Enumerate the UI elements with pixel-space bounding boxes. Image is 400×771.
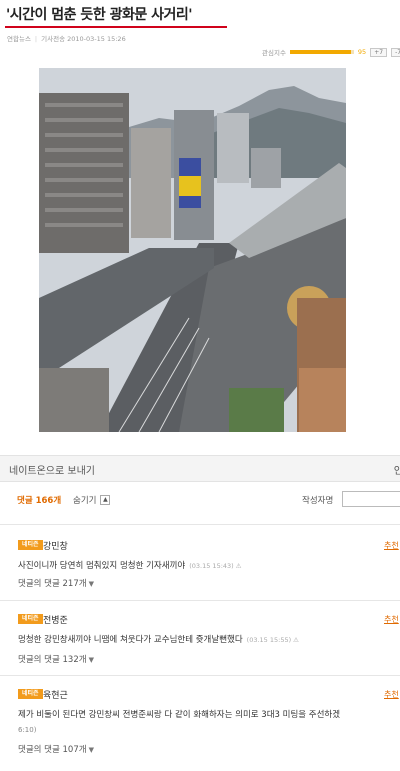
netizen-badge: 네티즌 bbox=[18, 689, 43, 699]
recommend-button[interactable]: 추천 bbox=[384, 614, 399, 625]
nateon-send-link[interactable]: 네이트온으로 보내기 bbox=[9, 462, 95, 477]
comment-replies-link[interactable]: 댓글의 댓글 217개 ▼ bbox=[18, 577, 94, 589]
netizen-badge: 네티즌 bbox=[18, 540, 43, 550]
hide-label: 숨기기 bbox=[73, 496, 97, 506]
comment-replies-link[interactable]: 댓글의 댓글 132개 ▼ bbox=[18, 653, 94, 665]
byline-label: 기사전송 bbox=[41, 35, 66, 43]
comment-body: 사진이니까 당연히 멈춰있지 멍청한 기자새끼야 bbox=[18, 561, 186, 571]
comment-text: 사진이니까 당연히 멈춰있지 멍청한 기자새끼야 (03.15 15:43) ⚠ bbox=[18, 558, 400, 575]
comment-body: 제가 비둘이 된다면 강민창씨 전병준씨랑 다 같이 화해하자는 의미로 3대3… bbox=[18, 710, 341, 720]
rating-bar bbox=[289, 50, 354, 54]
netizen-badge: 네티즌 bbox=[18, 614, 43, 624]
byline-date: 2010-03-15 15:26 bbox=[67, 35, 126, 43]
author-sort-label: 작성자명 bbox=[302, 496, 334, 506]
comment-item: 네티즌 전병준 추천 멍청한 강민창새끼야 니땜에 쳐웃다가 교수님한테 쥿개날… bbox=[0, 614, 400, 696]
article-photo bbox=[39, 68, 346, 432]
report-icon[interactable]: ⚠ bbox=[293, 636, 299, 644]
comment-time-continuation: 6:10) bbox=[18, 726, 37, 734]
hide-comments-toggle[interactable]: 숨기기 ▲ bbox=[73, 494, 111, 506]
rating-score: 95 bbox=[357, 48, 367, 56]
comment-text: 제가 비둘이 된다면 강민창씨 전병준씨랑 다 같이 화해하자는 의미로 3대3… bbox=[18, 707, 400, 736]
comment-author[interactable]: 육현근 bbox=[43, 688, 68, 701]
comment-time: (03.15 15:43) bbox=[189, 562, 234, 570]
comment-toolbar: 댓글 166개 숨기기 ▲ 작성자명 bbox=[0, 489, 400, 513]
expand-arrow-icon: ▼ bbox=[88, 580, 94, 588]
expand-arrow-icon: ▼ bbox=[88, 746, 94, 754]
author-search-input[interactable] bbox=[342, 491, 400, 507]
comment-item: 네티즌 육현근 추천 제가 비둘이 된다면 강민창씨 전병준씨랑 다 같이 화해… bbox=[0, 689, 400, 771]
article-byline: 연합뉴스 | 기사전송 2010-03-15 15:26 bbox=[7, 35, 126, 43]
expand-arrow-icon: ▼ bbox=[88, 656, 94, 664]
comment-replies-link[interactable]: 댓글의 댓글 107개 ▼ bbox=[18, 743, 94, 755]
recommend-button[interactable]: 추천 bbox=[384, 540, 399, 551]
comment-item: 네티즌 강민창 추천 사진이니까 당연히 멈춰있지 멍청한 기자새끼야 (03.1… bbox=[0, 540, 400, 622]
divider bbox=[0, 600, 400, 601]
comment-body: 멍청한 강민창새끼야 니땜에 쳐웃다가 교수님한테 쥿개날뻔했다 bbox=[18, 635, 243, 645]
rating-plus-button[interactable]: +7 bbox=[370, 47, 388, 57]
collapse-icon[interactable]: ▲ bbox=[100, 495, 111, 505]
byline-source[interactable]: 연합뉴스 bbox=[7, 35, 31, 43]
headline-underline bbox=[5, 26, 227, 28]
nateon-right-link[interactable]: 인 bbox=[394, 462, 400, 477]
interest-rating: 관심지수 95 +7 -7 bbox=[262, 47, 400, 57]
divider bbox=[0, 675, 400, 676]
gwanghwamun-intersection-photo bbox=[39, 68, 346, 432]
comment-time: (03.15 15:55) bbox=[246, 636, 292, 644]
replies-count: 댓글의 댓글 107개 bbox=[18, 745, 87, 755]
reply-count[interactable]: 댓글 166개 bbox=[17, 494, 61, 506]
replies-count: 댓글의 댓글 217개 bbox=[18, 579, 87, 589]
report-icon[interactable]: ⚠ bbox=[236, 562, 242, 570]
article-headline: '시간이 멈춘 듯한 광화문 사거리' bbox=[6, 7, 193, 23]
replies-count: 댓글의 댓글 132개 bbox=[18, 655, 87, 665]
rating-label: 관심지수 bbox=[262, 49, 286, 57]
comment-author[interactable]: 전병준 bbox=[43, 613, 68, 626]
divider bbox=[0, 524, 400, 525]
comment-author[interactable]: 강민창 bbox=[43, 539, 68, 552]
nateon-share-bar: 네이트온으로 보내기 인 bbox=[0, 455, 400, 482]
comment-text: 멍청한 강민창새끼야 니땜에 쳐웃다가 교수님한테 쥿개날뻔했다 (03.15 1… bbox=[18, 632, 400, 649]
rating-minus-button[interactable]: -7 bbox=[391, 47, 400, 57]
recommend-button[interactable]: 추천 bbox=[384, 689, 399, 700]
